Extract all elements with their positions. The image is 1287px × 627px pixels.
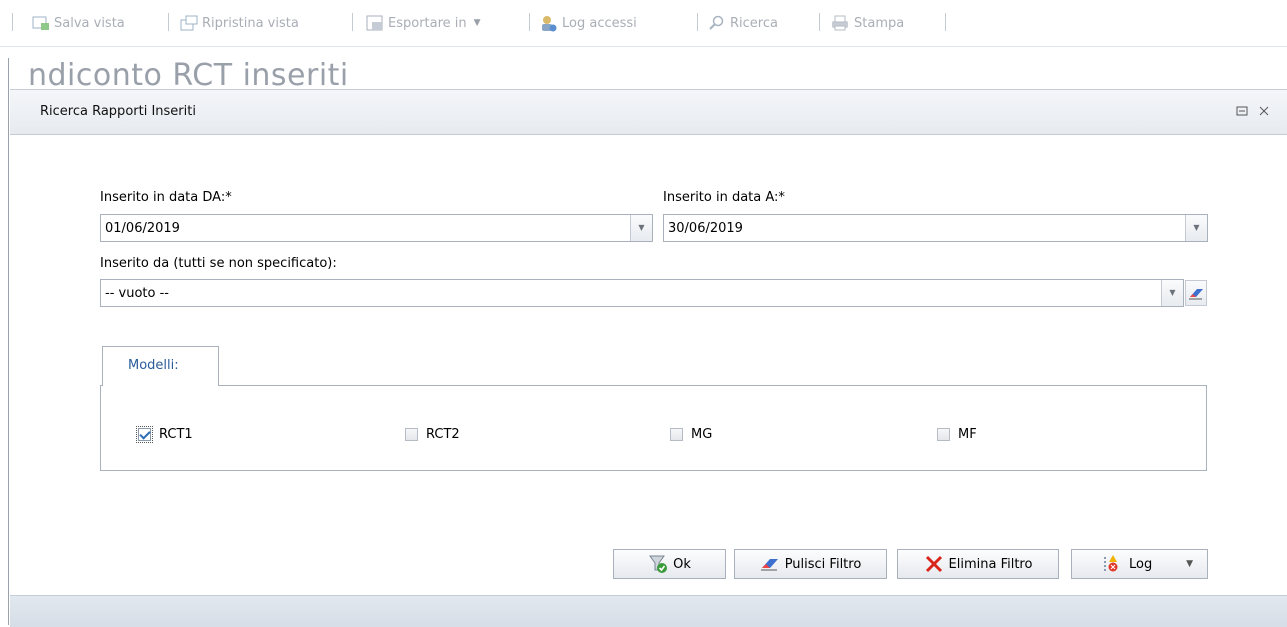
delete-filter-button[interactable]: Elimina Filtro [897,549,1059,579]
checkbox-unchecked[interactable] [670,428,683,441]
chevron-down-icon[interactable]: ▼ [630,215,652,241]
delete-icon [925,555,942,573]
date-from-combo[interactable]: ▼ [100,214,653,242]
tab-modelli[interactable]: Modelli: [102,346,219,386]
checkbox-checked[interactable] [136,426,153,443]
eraser-icon [1189,289,1203,300]
toolbar-print-button[interactable]: Stampa [830,14,904,32]
date-from-label: Inserito in data DA:* [100,190,232,205]
ok-button[interactable]: Ok [613,549,726,579]
toolbar-separator [819,13,820,31]
button-label: Ok [673,556,691,572]
toolbar-label: Log accessi [562,15,637,31]
inserted-by-input[interactable] [101,280,1159,306]
save-view-icon [32,16,49,30]
chevron-down-icon[interactable]: ▼ [1161,280,1183,306]
checkbox-unchecked[interactable] [937,428,950,441]
export-icon [366,15,383,31]
toolbar-restore-view-button[interactable]: Ripristina vista [180,14,299,32]
checkbox-mg[interactable]: MG [670,427,712,442]
toolbar-separator [529,13,530,31]
date-to-input[interactable] [664,215,1184,241]
toolbar-export-button[interactable]: Esportare in ▼ [366,14,481,32]
access-log-icon [542,15,557,31]
button-label: Pulisci Filtro [784,556,862,572]
dialog-header: Ricerca Rapporti Inseriti [10,90,1287,135]
toolbar-label: Ripristina vista [202,15,299,31]
toolbar-label: Stampa [854,15,905,31]
toolbar-separator [168,13,169,31]
page-border [8,58,9,625]
date-from-input[interactable] [101,215,629,241]
filter-ok-icon [649,555,668,573]
close-icon[interactable] [1257,105,1271,119]
restore-view-icon [180,15,198,31]
page-title: ndiconto RCT inseriti [28,58,349,93]
button-label: Log [1129,556,1153,572]
tab-connector [103,384,218,386]
date-to-label: Inserito in data A:* [663,190,785,205]
clear-field-button[interactable] [1185,280,1207,306]
toolbar-separator [12,13,13,31]
log-icon [1104,555,1118,572]
checkbox-rct1[interactable]: RCT1 [136,426,193,443]
toolbar-access-log-button[interactable]: Log accessi [540,14,637,32]
button-label: Elimina Filtro [948,556,1033,572]
chevron-down-icon: ▼ [473,18,481,28]
toolbar-label: Ricerca [730,15,778,31]
inserted-by-combo[interactable]: ▼ [100,279,1184,307]
checkbox-unchecked[interactable] [405,428,418,441]
clear-filter-button[interactable]: Pulisci Filtro [734,549,887,579]
restore-window-icon[interactable] [1235,105,1249,119]
models-panel [100,385,1207,471]
toolbar: Salva vista Ripristina vista Esportare i… [0,0,1287,47]
checkbox-label: RCT1 [159,427,193,442]
print-icon [832,15,848,31]
search-dialog: Ricerca Rapporti Inseriti Inserito in da… [10,89,1287,627]
date-to-combo[interactable]: ▼ [663,214,1208,242]
search-icon [709,15,724,30]
chevron-down-icon[interactable]: ▼ [1186,559,1193,569]
inserted-by-label: Inserito da (tutti se non specificato): [100,256,337,271]
toolbar-separator [697,13,698,31]
checkbox-mf[interactable]: MF [937,427,977,442]
chevron-down-icon[interactable]: ▼ [1185,215,1207,241]
toolbar-separator [352,13,353,31]
toolbar-label: Esportare in [388,15,467,31]
eraser-icon [760,559,778,571]
dialog-title: Ricerca Rapporti Inseriti [40,104,196,119]
checkbox-rct2[interactable]: RCT2 [405,427,460,442]
checkbox-label: RCT2 [426,427,460,442]
toolbar-separator [945,13,946,31]
tab-label: Modelli: [128,358,179,373]
checkbox-label: MG [691,427,713,442]
checkbox-label: MF [958,427,977,442]
dialog-footer [10,595,1287,627]
toolbar-search-button[interactable]: Ricerca [708,14,778,32]
toolbar-label: Salva vista [54,15,125,31]
toolbar-save-view-button[interactable]: Salva vista [32,14,125,32]
log-button[interactable]: Log ▼ [1071,549,1208,579]
